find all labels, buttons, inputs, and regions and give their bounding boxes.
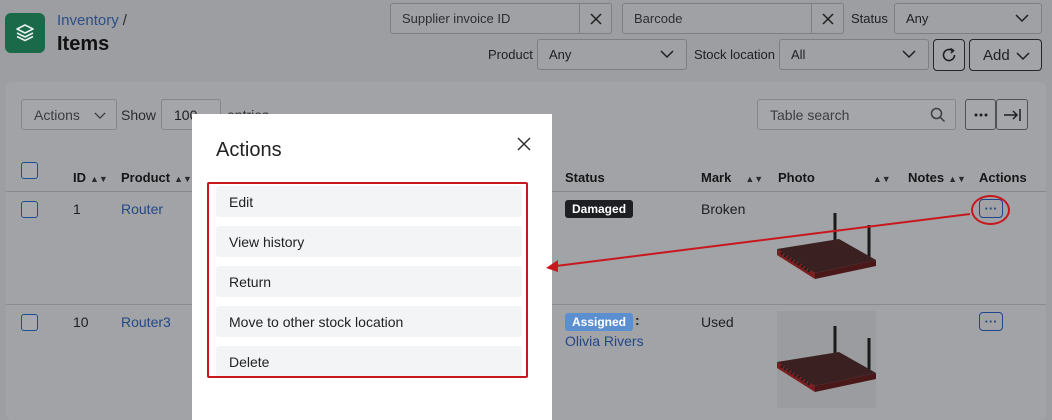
annotation-arrow bbox=[546, 213, 971, 272]
page: Inventory / Items Supplier invoice ID Bar… bbox=[0, 0, 1052, 420]
